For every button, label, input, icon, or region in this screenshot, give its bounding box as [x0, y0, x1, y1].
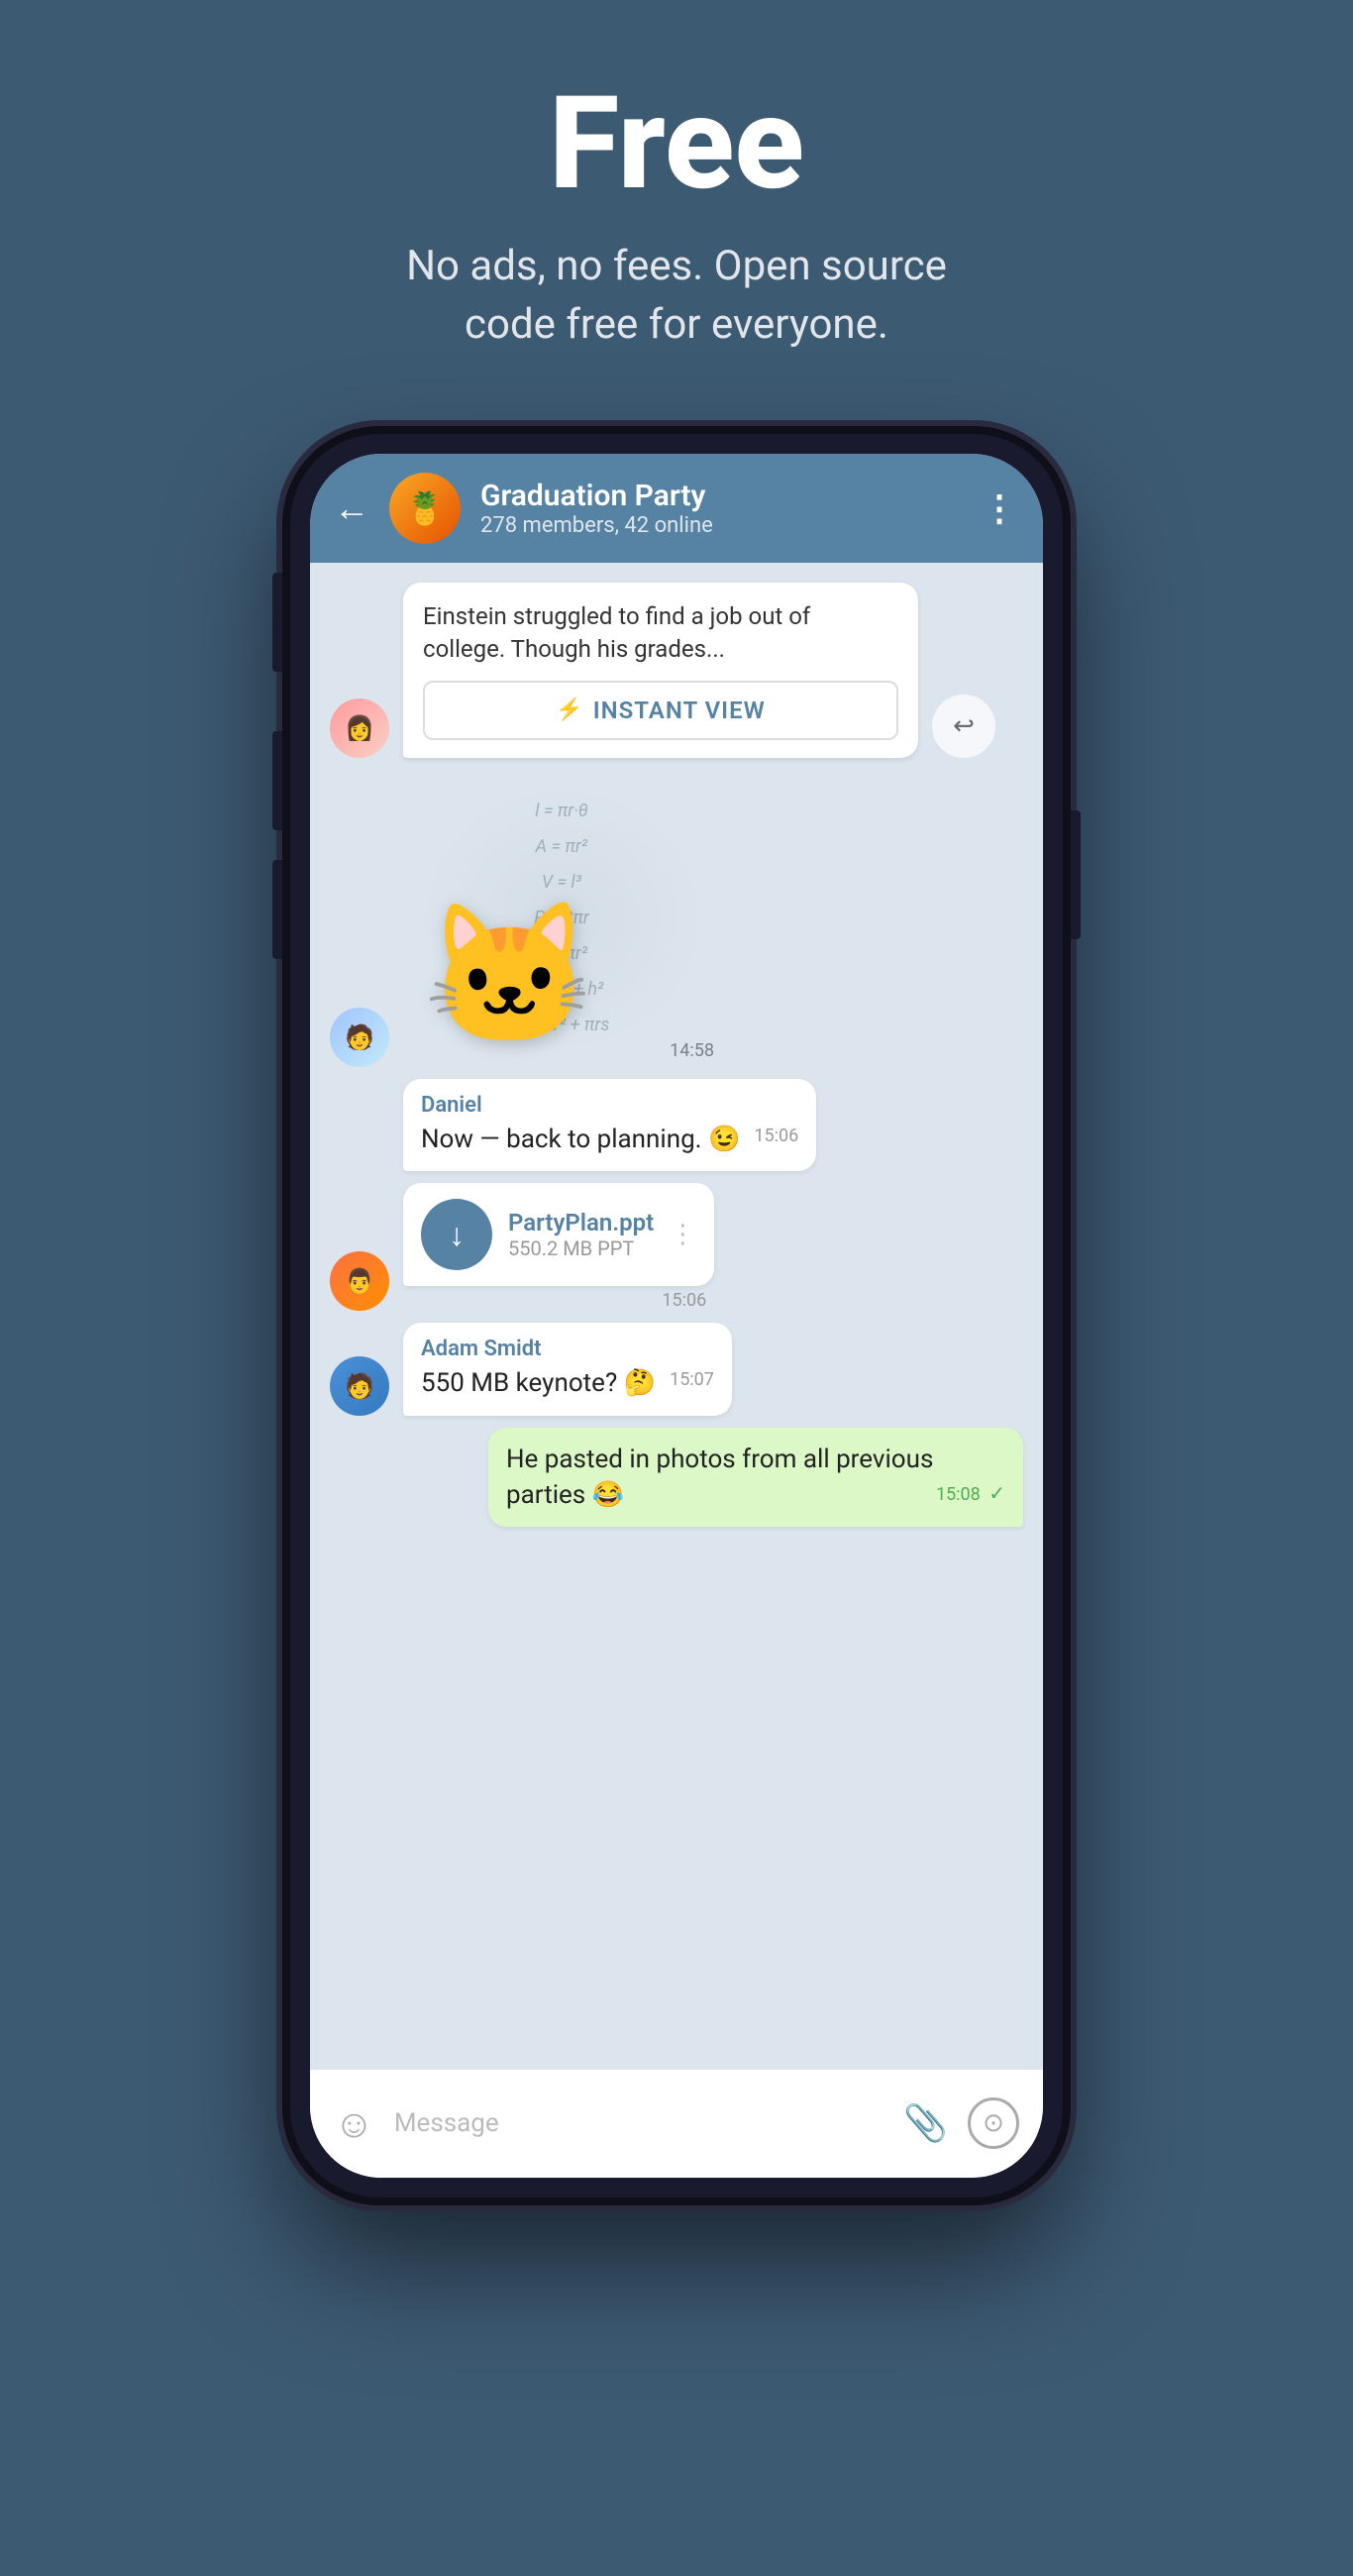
download-icon: ↓	[449, 1216, 465, 1253]
own-time: 15:08 ✓	[936, 1481, 1005, 1505]
file-download-button[interactable]: ↓	[421, 1199, 492, 1270]
daniel-time: 15:06	[754, 1126, 798, 1146]
avatar-male1: 🧑	[330, 1008, 389, 1067]
file-size: 550.2 MB PPT	[508, 1236, 654, 1260]
emoji-button[interactable]: ☺	[334, 2100, 374, 2147]
sticker-container: l = πr·θ A = πr² V = l³ P = 2πr A = πr² …	[403, 770, 720, 1067]
file-time: 15:06	[403, 1290, 714, 1311]
sender-name-adam: Adam Smidt	[421, 1337, 714, 1361]
adam-message-row: 🧑 Adam Smidt 550 MB keynote? 🤔 15:07	[330, 1323, 1023, 1415]
sticker-time: 14:58	[670, 1040, 714, 1061]
file-message-row: 👨 ↓ PartyPlan.ppt 550.2 MB PPT	[330, 1183, 1023, 1311]
daniel-text: Now — back to planning. 😉	[421, 1125, 740, 1154]
lightning-icon: ⚡	[556, 698, 582, 722]
checkmark-icon: ✓	[989, 1481, 1005, 1505]
chat-input-bar: ☺ Message 📎 ⊙	[310, 2069, 1043, 2178]
adam-bubble: Adam Smidt 550 MB keynote? 🤔 15:07	[403, 1323, 732, 1415]
sticker-row: 🧑 l = πr·θ A = πr² V = l³ P = 2πr	[330, 770, 1023, 1067]
group-info: Graduation Party 278 members, 42 online	[480, 479, 962, 538]
camera-button[interactable]: ⊙	[968, 2097, 1019, 2149]
link-preview-bubble: Einstein struggled to find a job out of …	[403, 583, 918, 758]
own-message-row: He pasted in photos from all previous pa…	[330, 1428, 1023, 1528]
file-menu-button[interactable]: ⋮	[670, 1220, 696, 1249]
instant-view-label: INSTANT VIEW	[593, 697, 766, 724]
group-avatar-emoji: 🍍	[405, 489, 445, 527]
message-input[interactable]: Message	[394, 2108, 884, 2138]
file-name: PartyPlan.ppt	[508, 1209, 654, 1236]
hero-title: Free	[406, 79, 947, 208]
cat-sticker: 🐱	[423, 895, 595, 1057]
avatar-male3: 🧑	[330, 1356, 389, 1416]
daniel-bubble: Daniel Now — back to planning. 😉 15:06	[403, 1079, 816, 1171]
attach-button[interactable]: 📎	[903, 2102, 948, 2144]
group-name: Graduation Party	[480, 479, 962, 513]
forward-button[interactable]: ↩	[932, 695, 995, 758]
avatar-male2: 👨	[330, 1251, 389, 1311]
link-preview-text: Einstein struggled to find a job out of …	[423, 600, 898, 667]
back-button[interactable]: ←	[334, 490, 369, 526]
file-bubble: ↓ PartyPlan.ppt 550.2 MB PPT ⋮	[403, 1183, 714, 1286]
sender-name-daniel: Daniel	[421, 1093, 798, 1118]
forward-icon: ↩	[953, 711, 975, 741]
phone-wrapper: ← 🍍 Graduation Party 278 members, 42 onl…	[290, 434, 1063, 2198]
instant-view-button[interactable]: ⚡ INSTANT VIEW	[423, 681, 898, 740]
chat-header: ← 🍍 Graduation Party 278 members, 42 onl…	[310, 454, 1043, 563]
hero-section: Free No ads, no fees. Open sourcecode fr…	[366, 0, 987, 394]
phone-screen-inner: ← 🍍 Graduation Party 278 members, 42 onl…	[310, 454, 1043, 2178]
own-bubble: He pasted in photos from all previous pa…	[488, 1428, 1023, 1528]
header-menu-button[interactable]: ⋮	[982, 487, 1019, 529]
link-preview-row: 👩 Einstein struggled to find a job out o…	[330, 583, 1023, 758]
adam-text: 550 MB keynote? 🤔	[421, 1368, 656, 1398]
phone-frame: ← 🍍 Graduation Party 278 members, 42 onl…	[290, 434, 1063, 2198]
own-text: He pasted in photos from all previous pa…	[506, 1445, 933, 1510]
adam-time: 15:07	[670, 1369, 714, 1390]
phone-screen: ← 🍍 Graduation Party 278 members, 42 onl…	[310, 454, 1043, 2178]
daniel-message-row: Daniel Now — back to planning. 😉 15:06	[330, 1079, 1023, 1171]
messages-container: 👩 Einstein struggled to find a job out o…	[310, 563, 1043, 1528]
chat-content: 👩 Einstein struggled to find a job out o…	[310, 563, 1043, 2069]
camera-icon: ⊙	[983, 2108, 1004, 2138]
file-info: PartyPlan.ppt 550.2 MB PPT	[508, 1209, 654, 1260]
avatar-female: 👩	[330, 698, 389, 758]
group-members: 278 members, 42 online	[480, 513, 962, 538]
hero-subtitle: No ads, no fees. Open sourcecode free fo…	[406, 238, 947, 355]
group-avatar: 🍍	[389, 473, 461, 544]
